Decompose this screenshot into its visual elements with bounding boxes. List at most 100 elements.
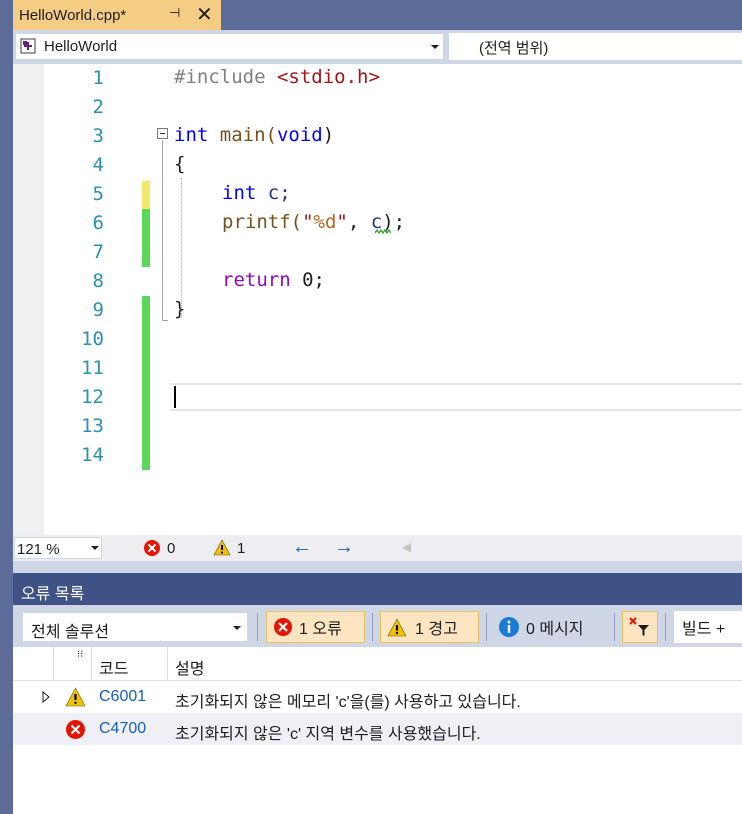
string-token: " [302,211,314,233]
row-code[interactable]: C6001 [99,688,146,706]
column-header-description[interactable]: 설명 [175,655,204,679]
change-mark-unsaved [142,181,150,209]
code-line-5: int c; [222,182,291,204]
warning-icon [65,687,86,707]
keyword-token: int [222,182,257,204]
line-number: 4 [92,154,104,176]
filter-icon [629,617,649,636]
filter-toggle-button[interactable] [622,611,658,643]
scroll-left-icon[interactable]: ◀ [402,540,411,554]
code-line-9: } [174,298,185,320]
text-caret [174,386,176,408]
expand-icon[interactable] [42,691,50,703]
error-count: 0 [167,540,176,557]
code-line-1: #include <stdio.h> [174,66,380,88]
scope-filter-value: 전체 솔루션 [31,624,110,641]
change-mark-saved [142,296,150,470]
build-intellisense-dropdown[interactable]: 빌드 + [674,611,742,643]
warning-icon[interactable] [213,539,231,556]
row-description: 초기화되지 않은 메모리 'c'을(를) 사용하고 있습니다. [175,694,521,711]
toolbar-separator [257,613,258,641]
line-number: 13 [81,415,104,437]
indent-guide [181,178,182,318]
error-icon[interactable] [143,539,161,557]
brace-token: } [174,298,186,320]
error-icon [274,618,292,636]
project-icon [20,38,36,54]
scope-dropdown[interactable]: (전역 범위) [449,33,742,60]
messages-filter-button[interactable]: 0 메시지 [494,611,608,643]
string-token: " [336,211,348,233]
toolbar-separator [486,613,487,641]
error-list-titlebar: 오류 목록 [13,573,742,605]
row-description: 초기화되지 않은 'c' 지역 변수를 사용했습니다. [175,726,481,743]
change-mark-saved [142,209,150,267]
variable-token: c; [256,182,291,204]
toolbar-separator [665,613,666,641]
chevron-down-icon[interactable] [91,546,99,550]
column-sort-icon[interactable]: ⁝⁝ [77,649,83,660]
row-code[interactable]: C4700 [99,720,146,738]
error-list-title: 오류 목록 [21,586,85,603]
code-line-4: { [174,153,185,175]
column-divider[interactable] [53,647,54,681]
collapse-icon[interactable] [157,128,168,139]
panel-splitter[interactable] [13,561,742,573]
code-line-3: int main(void) [174,124,334,146]
pin-icon[interactable]: ⊣ [169,6,180,21]
scope-name: (전역 범위) [479,40,549,57]
scope-filter-dropdown[interactable]: 전체 솔루션 [22,612,248,642]
warning-squiggle [375,229,391,235]
header-token: <stdio.h> [276,66,380,88]
column-divider[interactable] [167,647,168,681]
errors-filter-label: 1 오류 [299,621,342,638]
errors-filter-button[interactable]: 1 오류 [266,611,365,643]
line-number: 1 [92,67,104,89]
code-line-8: return 0; [222,269,325,291]
literal-token: 0; [290,269,325,291]
line-number: 11 [81,357,104,379]
zoom-dropdown[interactable]: 121 % [14,537,102,559]
column-header-code[interactable]: 코드 [99,655,128,679]
chevron-down-icon[interactable] [233,626,241,630]
indicator-margin [13,64,44,535]
column-divider[interactable] [91,647,92,681]
keyword-token: void [276,124,323,146]
warning-count: 1 [237,540,246,557]
line-number: 8 [92,270,104,292]
error-list-header: ⁝⁝ 코드 설명 [13,647,742,681]
document-tab[interactable]: HelloWorld.cpp* ⊣ ✕ [13,0,221,30]
toolbar-separator [372,613,373,641]
table-row[interactable]: C6001 초기화되지 않은 메모리 'c'을(를) 사용하고 있습니다. [13,681,742,713]
warnings-filter-label: 1 경고 [415,621,458,638]
punct-token: , [347,211,371,233]
line-number: 3 [92,125,104,147]
forward-arrow-icon[interactable]: → [334,536,354,559]
function-token: main( [208,124,277,146]
format-token: %d [313,211,337,233]
code-editor[interactable] [13,64,742,535]
line-number: 7 [92,241,104,263]
build-filter-label: 빌드 + [682,621,726,638]
fold-end [162,320,168,321]
project-name: HelloWorld [44,38,118,55]
toolbar-separator [614,613,615,641]
line-number: 9 [92,299,104,321]
table-row[interactable]: C4700 초기화되지 않은 'c' 지역 변수를 사용했습니다. [13,713,742,745]
chevron-down-icon[interactable] [431,45,439,49]
messages-filter-label: 0 메시지 [526,621,584,638]
zoom-level: 121 % [17,541,60,558]
line-number: 6 [92,212,104,234]
keyword-token: int [174,124,209,146]
back-arrow-icon[interactable]: ← [292,536,312,559]
punct-token: ) [322,124,335,146]
line-number: 12 [81,386,104,408]
warning-icon [387,617,407,636]
warnings-filter-button[interactable]: 1 경고 [380,611,479,643]
keyword-token: return [222,269,291,291]
line-number: 14 [81,444,104,466]
close-icon[interactable]: ✕ [196,2,213,26]
line-number: 5 [92,183,104,205]
project-dropdown[interactable]: HelloWorld [15,33,444,60]
function-token: printf( [222,211,303,233]
